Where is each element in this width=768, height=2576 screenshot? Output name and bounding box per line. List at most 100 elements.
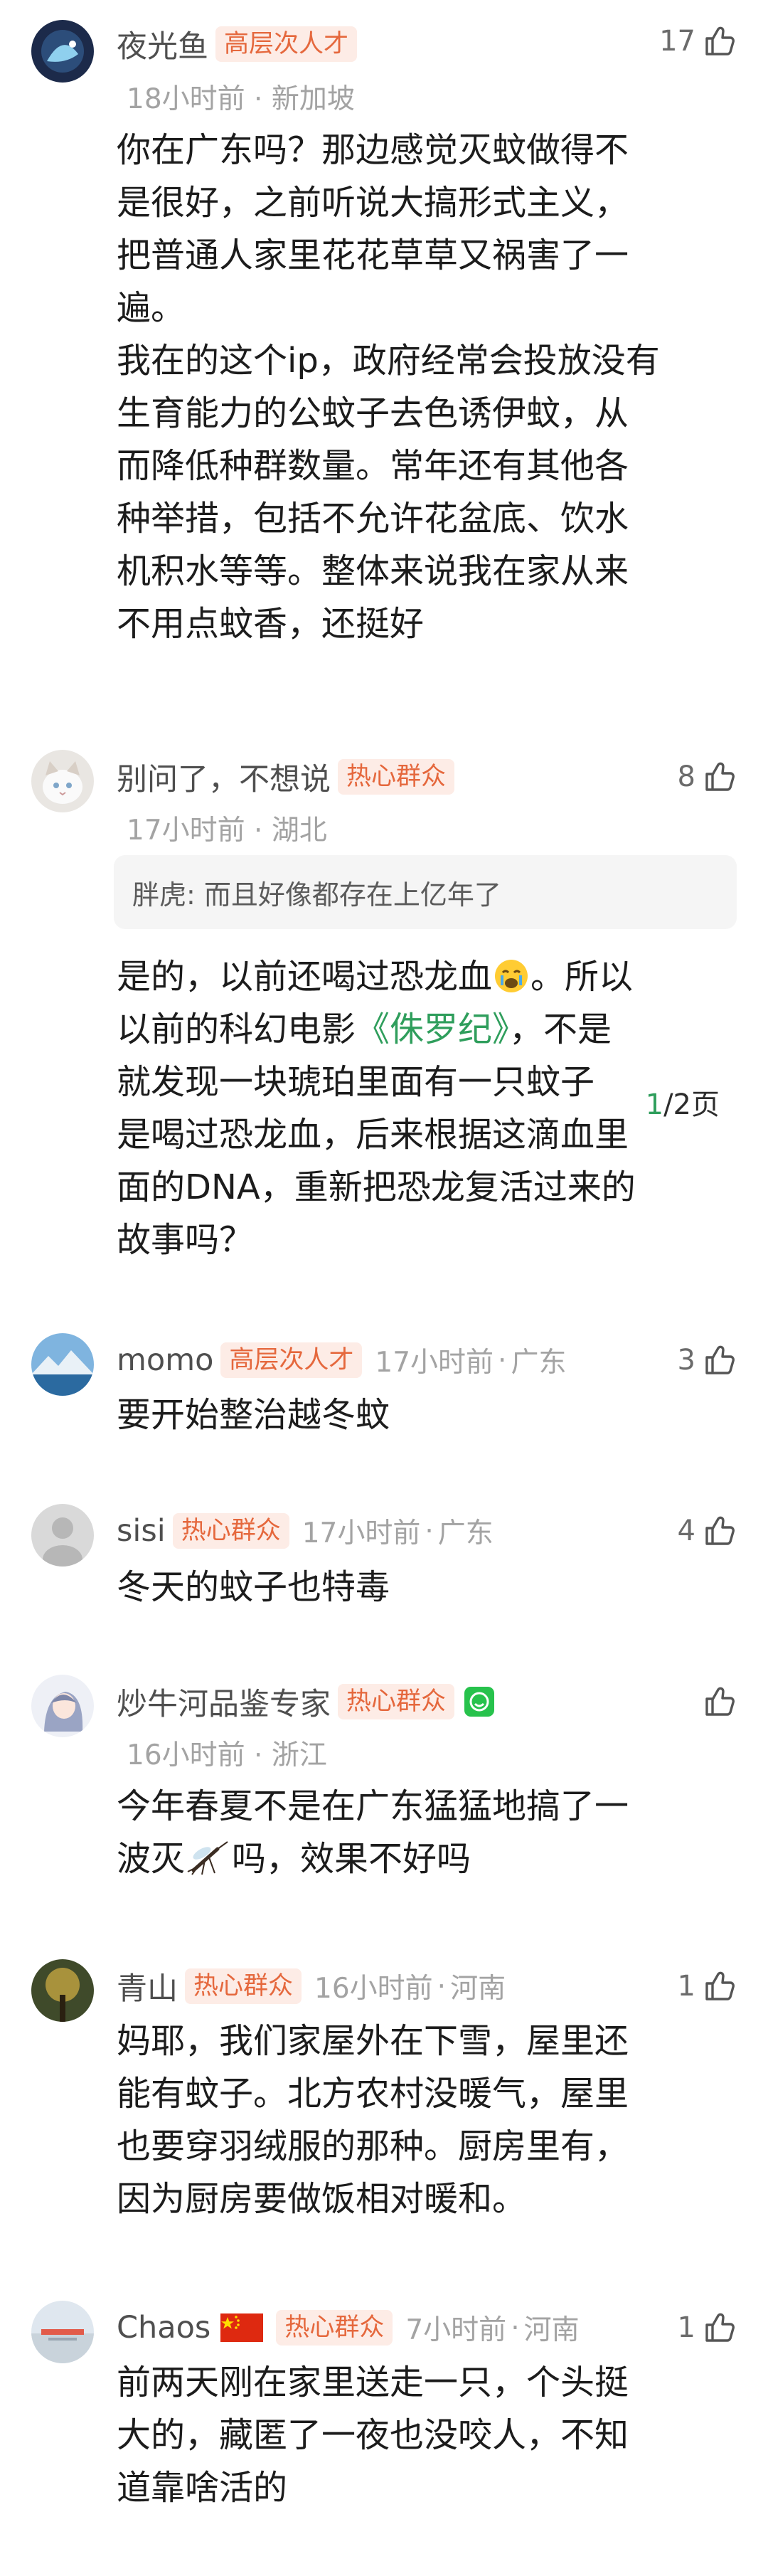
comment-line: 面的DNA，重新把恐龙复活过来的 [117,1167,636,1207]
comment-line: 是很好，之前听说大搞形式主义， [117,183,629,223]
comment-text: 冬天的蚊子也特毒 [117,1567,390,1607]
comment-time: 17小时前 [302,1517,421,1549]
comment-location: 广东 [437,1517,494,1549]
comment-line: 种举措，包括不允许花盆底、饮水 [117,499,629,539]
comment-line: 我在的这个ip，政府经常会投放没有 [117,341,660,381]
user-badge: 热心群众 [276,2310,393,2346]
avatar[interactable] [31,1504,94,1567]
quoted-reply-text: 胖虎: 而且好像都存在上亿年了 [132,879,501,911]
comment-time: 18小时前 [127,83,245,115]
crying-face-emoji-icon [495,960,528,992]
avatar[interactable] [31,20,94,83]
thumbs-up-icon[interactable] [703,24,737,58]
mosquito-emoji-icon [187,1841,228,1875]
comment-line: 遍。 [117,288,186,328]
comment-line: 把普通人家里花花草草又祸害了一 [117,235,629,275]
thumbs-up-icon[interactable] [703,1969,737,2003]
user-badge: 热心群众 [172,1513,289,1549]
comment-line: 前两天刚在家里送走一只，个头挺 [117,2363,629,2402]
comment-text: 前两天刚在家里送走一只，个头挺 大的，藏匿了一夜也没咬人，不知 道靠啥活的 [117,2356,714,2514]
comment-line: 大的，藏匿了一夜也没咬人，不知 [117,2415,629,2455]
like-count: 1 [677,1970,695,2003]
like-button[interactable] [695,1680,737,1723]
green-smile-badge-icon [464,1687,495,1717]
username[interactable]: 别问了，不想说 [117,755,331,799]
username[interactable]: 炒牛河品鉴专家 [117,1680,331,1724]
comment-time: 16小时前 [127,1739,245,1771]
comment-line: 波灭 吗，效果不好吗 [117,1839,471,1879]
thumbs-up-icon[interactable] [703,1685,737,1719]
avatar[interactable] [31,2301,94,2363]
avatar-image-icon [31,20,94,83]
comment-text: 你在广东吗？那边感觉灭蚊做得不 是很好，之前听说大搞形式主义， 把普通人家里花花… [117,124,714,650]
like-count: 4 [677,1515,695,1547]
quoted-reply[interactable]: 胖虎: 而且好像都存在上亿年了 [114,855,737,929]
username[interactable]: 夜光鱼 [117,22,208,66]
cat-avatar-icon [31,750,94,812]
username[interactable]: Chaos [117,2310,210,2346]
comment-line: 是的，以前还喝过恐龙血 。所以 [117,957,634,997]
movie-link[interactable]: 《侏罗纪》 [356,1009,509,1049]
page-indicator: 1/2页 [639,1081,725,1123]
comment-text: 要开始整治越冬蚊 [117,1395,390,1435]
comment-line: 生育能力的公蚊子去色诱伊蚊，从 [117,393,629,433]
comment-meta: 18小时前 · 新加坡 [127,83,355,115]
username[interactable]: sisi [117,1513,166,1549]
comment-line: 道靠啥活的 [117,2468,288,2508]
comment-line: 是喝过恐龙血，后来根据这滴血里 [117,1115,629,1155]
avatar[interactable] [31,750,94,812]
comment-location: 广东 [511,1347,567,1379]
default-avatar-icon [31,1504,94,1567]
thumbs-up-icon[interactable] [703,760,737,794]
comment-text: 妈耶，我们家屋外在下雪，屋里还 能有蚊子。北方农村没暖气，屋里 也要穿羽绒服的那… [117,2015,714,2225]
user-badge: 热心群众 [338,1684,455,1719]
comment-time: 16小时前 [314,1973,433,2005]
comment-line: 机积水等等。整体来说我在家从来 [117,551,629,591]
comment-meta: 16小时前 · 浙江 [127,1739,327,1771]
tree-avatar-icon [31,1959,94,2022]
avatar[interactable] [31,1333,94,1396]
comment-line: 也要穿羽绒服的那种。厨房里有， [117,2126,629,2166]
like-button[interactable]: 4 [678,1510,737,1552]
comment-line: 今年春夏不是在广东猛猛地搞了一 [117,1786,629,1826]
anime-girl-avatar-icon [31,1675,94,1737]
like-button[interactable]: 8 [678,756,737,798]
avatar[interactable] [31,1959,94,2022]
comment-text: 是的，以前还喝过恐龙血 。所以 以前的科幻电影《侏罗纪》，不是 就发现一块琥珀里面… [117,950,714,1266]
comment-line: 以前的科幻电影《侏罗纪》，不是 [117,1009,612,1049]
comment-line: 妈耶，我们家屋外在下雪，屋里还 [117,2021,629,2061]
user-badge: 热心群众 [185,1968,302,2004]
comment-location: 新加坡 [271,83,355,115]
user-badge: 高层次人才 [220,1342,363,1378]
comment-time: 7小时前 [405,2314,507,2346]
comment-time: 17小时前 [375,1347,494,1379]
comment-line: 你在广东吗？那边感觉灭蚊做得不 [117,130,629,170]
comment-line: 能有蚊子。北方农村没暖气，屋里 [117,2074,629,2114]
thumbs-up-icon[interactable] [703,1514,737,1548]
like-count: 1 [677,2311,695,2344]
like-button[interactable]: 3 [678,1339,737,1382]
comment-line: 因为厨房要做饭相对暖和。 [117,2179,527,2219]
user-badge: 高层次人才 [215,26,358,62]
like-button[interactable]: 1 [678,1965,737,2008]
like-button[interactable]: 17 [659,20,737,63]
comment-location: 河南 [523,2314,580,2346]
comment-location: 湖北 [271,815,327,847]
avatar[interactable] [31,1675,94,1737]
comment-text: 今年春夏不是在广东猛猛地搞了一 波灭 吗，效果不好吗 [117,1780,714,1885]
like-count: 17 [659,25,695,58]
comment-meta: 17小时前 · 湖北 [127,815,327,847]
comment-line: 而降低种群数量。常年还有其他各 [117,446,629,486]
comment-location: 浙江 [271,1739,327,1771]
landscape-avatar-icon [31,2301,94,2363]
thumbs-up-icon[interactable] [703,2311,737,2345]
comment-line: 故事吗？ [117,1220,254,1260]
comment-line: 就发现一块琥珀里面有一只蚊子 [117,1062,595,1102]
thumbs-up-icon[interactable] [703,1343,737,1377]
comment-time: 17小时前 [127,815,245,847]
username[interactable]: 青山 [117,1964,178,2008]
user-badge: 热心群众 [338,759,455,795]
like-button[interactable]: 1 [678,2306,737,2349]
username[interactable]: momo [117,1342,213,1378]
like-count: 8 [677,760,695,793]
